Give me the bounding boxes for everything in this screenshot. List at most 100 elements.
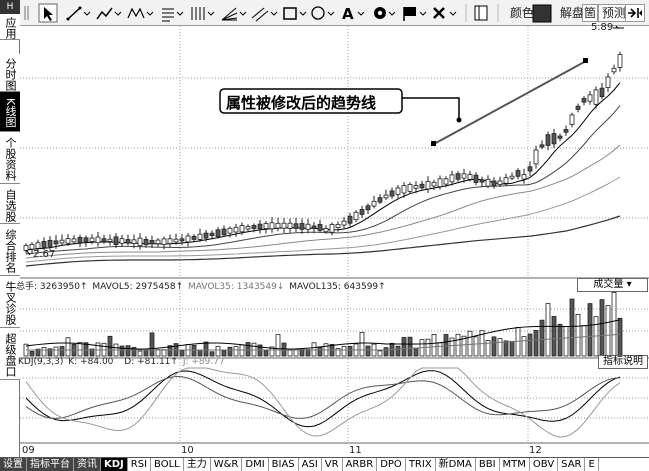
volume-bar (65, 337, 71, 357)
candle-body (311, 225, 317, 229)
volume-bar (587, 303, 593, 357)
sidebar-item-super-handicap[interactable]: 超级盘口 (0, 328, 20, 380)
candle-body (71, 238, 77, 243)
candle-body (131, 239, 137, 244)
candle-body (245, 226, 251, 230)
volume-bar (533, 330, 539, 357)
tab-vr[interactable]: VR (321, 458, 343, 471)
candle-body (155, 239, 161, 245)
volume-bar (53, 346, 59, 357)
volume-bar (383, 347, 389, 357)
tab-rsi[interactable]: RSI (127, 458, 152, 471)
candle-body (77, 237, 83, 244)
fan-tool-icon[interactable] (221, 7, 247, 21)
volume-bar (347, 345, 353, 357)
cursor-icon[interactable] (38, 3, 58, 23)
partial-button[interactable]: 箇 (582, 4, 599, 22)
tab-w-r[interactable]: W&R (210, 458, 243, 471)
drawing-toolbar: A 颜色 解盘 箇 预测 (20, 0, 649, 26)
channel-tool-icon[interactable] (251, 7, 278, 22)
tab-asi[interactable]: ASI (298, 458, 322, 471)
tab-mtm[interactable]: MTM (499, 458, 530, 471)
volume-bar (341, 346, 347, 357)
candle-body (539, 144, 545, 148)
text-tool-icon[interactable]: A (342, 5, 365, 23)
sidebar-item-watchlist[interactable]: 自选股 (0, 184, 20, 224)
tab-arbr[interactable]: ARBR (342, 458, 378, 471)
tab-dpo[interactable]: DPO (377, 458, 406, 471)
kdj-info: KDJ(9,3,3) K: +84.00 D: +81.11↑ J: +89.7… (18, 357, 225, 367)
candle-body (401, 185, 407, 194)
circle-tool-icon[interactable] (311, 6, 335, 20)
tab--[interactable]: 指标平台 (27, 458, 74, 471)
candle-body (419, 183, 425, 189)
vertical-lines-tool-icon[interactable] (191, 7, 215, 20)
candle-body (35, 242, 41, 249)
candle-body (443, 178, 449, 185)
sidebar-item-timeshare[interactable]: 分时图 (0, 54, 20, 92)
volume-bar (233, 346, 239, 357)
tab--[interactable]: 资讯 (74, 458, 101, 471)
unlock-label[interactable]: 解盘 (560, 3, 584, 23)
candle-body (143, 238, 149, 246)
tab-kdj[interactable]: KDJ (101, 458, 128, 471)
fibonacci-tool-icon[interactable] (162, 8, 184, 22)
candle-body (47, 239, 53, 247)
sidebar-item-profile[interactable]: 个股资料 (0, 132, 20, 184)
candle-body (395, 187, 401, 195)
candle-body (347, 215, 353, 224)
tab--dma[interactable]: 新DMA (435, 458, 476, 471)
volume-bar (161, 349, 167, 357)
tab-dmi[interactable]: DMI (242, 458, 269, 471)
sidebar-item-app[interactable]: 应用 (0, 14, 20, 40)
gear-icon[interactable] (374, 7, 396, 19)
x-axis-label: 11 (349, 445, 362, 456)
tab--[interactable]: 主力 (183, 458, 211, 471)
polyline-tool-icon[interactable] (96, 7, 122, 20)
tab-bbi[interactable]: BBI (475, 458, 500, 471)
candle-body (497, 180, 503, 185)
volume-bar (599, 299, 605, 357)
candle-body (407, 184, 413, 192)
candle-body (485, 178, 491, 187)
rectangle-tool-icon[interactable] (283, 7, 307, 20)
tab-obv[interactable]: OBV (529, 458, 559, 471)
volume-bar (311, 342, 317, 357)
flag-tool-icon[interactable] (403, 7, 427, 21)
high-price-label: 5.89 (591, 22, 614, 33)
candle-body (593, 89, 599, 105)
layout-icon[interactable] (474, 5, 488, 21)
candle-body (413, 185, 419, 189)
tab--[interactable]: 设置 (0, 458, 27, 471)
tab-boll[interactable]: BOLL (151, 458, 184, 471)
tab-trix[interactable]: TRIX (405, 458, 436, 471)
kdj-d-value: D: +81.11 (124, 357, 171, 367)
candle-body (503, 177, 509, 184)
candle-body (479, 179, 485, 183)
sidebar-item-label: K线图 (4, 98, 17, 128)
mavol35-value: MAVOL35: 1343549 (187, 282, 277, 292)
volume-bar (359, 332, 365, 357)
volume-indicator-select[interactable]: 成交量 ▾ (577, 278, 648, 292)
tab-bias[interactable]: BIAS (268, 458, 299, 471)
tab-sar[interactable]: SAR (558, 458, 586, 471)
tab-e[interactable]: E (585, 458, 599, 471)
toolbar-icons: A (24, 3, 552, 23)
color-label[interactable]: 颜色 (510, 3, 534, 23)
delete-drawing-icon[interactable] (433, 7, 457, 19)
kline-chart[interactable] (20, 26, 649, 457)
volume-bar (407, 336, 413, 357)
line-tool-icon[interactable] (66, 6, 91, 21)
candle-body (455, 173, 461, 180)
trend-line[interactable] (431, 58, 588, 146)
pin-button[interactable] (625, 4, 645, 22)
sidebar-item-ranking[interactable]: 综合排名 (0, 224, 20, 276)
volume-bar (617, 317, 623, 357)
indicator-help-button[interactable]: 指标说明 (598, 355, 648, 369)
trend-annotation-text[interactable]: 属性被修改后的趋势线 (226, 92, 376, 113)
wave-tool-icon[interactable] (127, 7, 154, 19)
color-swatch[interactable] (532, 4, 552, 23)
candle-body (95, 236, 101, 244)
volume-bar (215, 345, 221, 357)
sidebar-item-kline[interactable]: K线图 (0, 92, 20, 132)
